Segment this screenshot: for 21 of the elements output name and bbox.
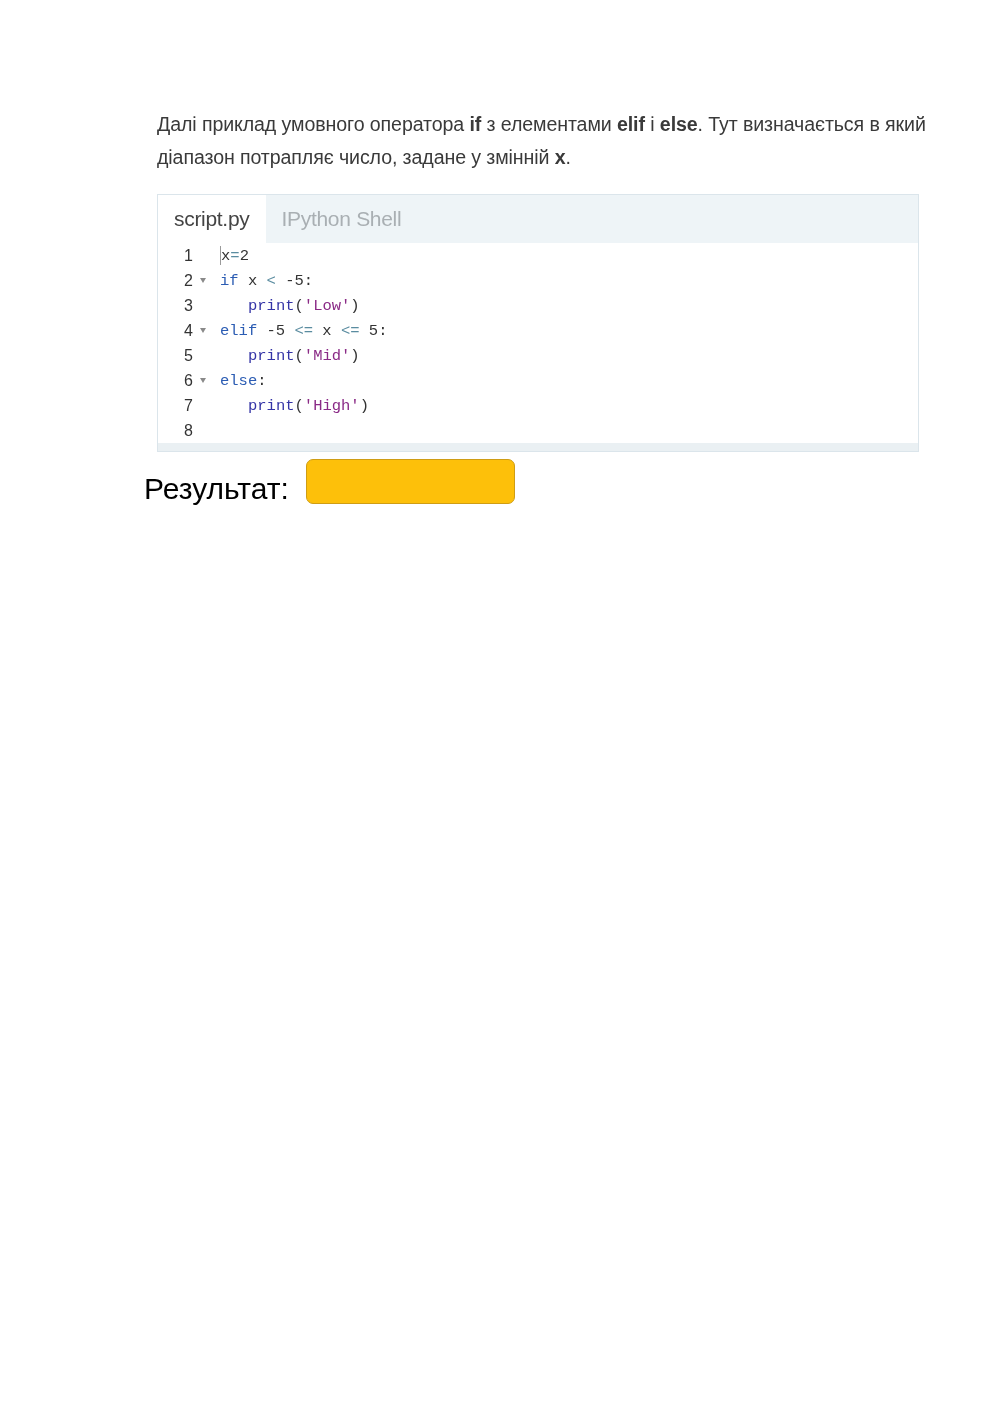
code-line: else: — [220, 370, 267, 391]
code-line: if x < -5: — [220, 270, 314, 291]
code-line: print('Mid') — [248, 345, 360, 366]
code-line: x=2 — [221, 245, 249, 266]
code-line: print('High') — [248, 395, 369, 416]
line-number: 8 — [183, 420, 193, 441]
fold-caret-icon[interactable] — [200, 378, 206, 383]
line-number: 1 — [183, 245, 193, 266]
line-number: 5 — [183, 345, 193, 366]
line-number: 2 — [183, 270, 193, 291]
fold-caret-icon[interactable] — [200, 328, 206, 333]
line-number: 6 — [183, 370, 193, 391]
code-line: elif -5 <= x <= 5: — [220, 320, 388, 341]
line-number: 4 — [183, 320, 193, 341]
code-line: print('Low') — [248, 295, 360, 316]
line-number: 3 — [183, 295, 193, 316]
result-label: Результат: — [144, 471, 289, 507]
editor-tab[interactable]: script.py — [158, 195, 266, 243]
fold-caret-icon[interactable] — [200, 278, 206, 283]
line-number: 7 — [183, 395, 193, 416]
intro-paragraph: Далі приклад умовного оператора if з елементами elif і else. Тут визначається в який діапазон потрапляє число, задане у змінній x. — [157, 112, 927, 170]
